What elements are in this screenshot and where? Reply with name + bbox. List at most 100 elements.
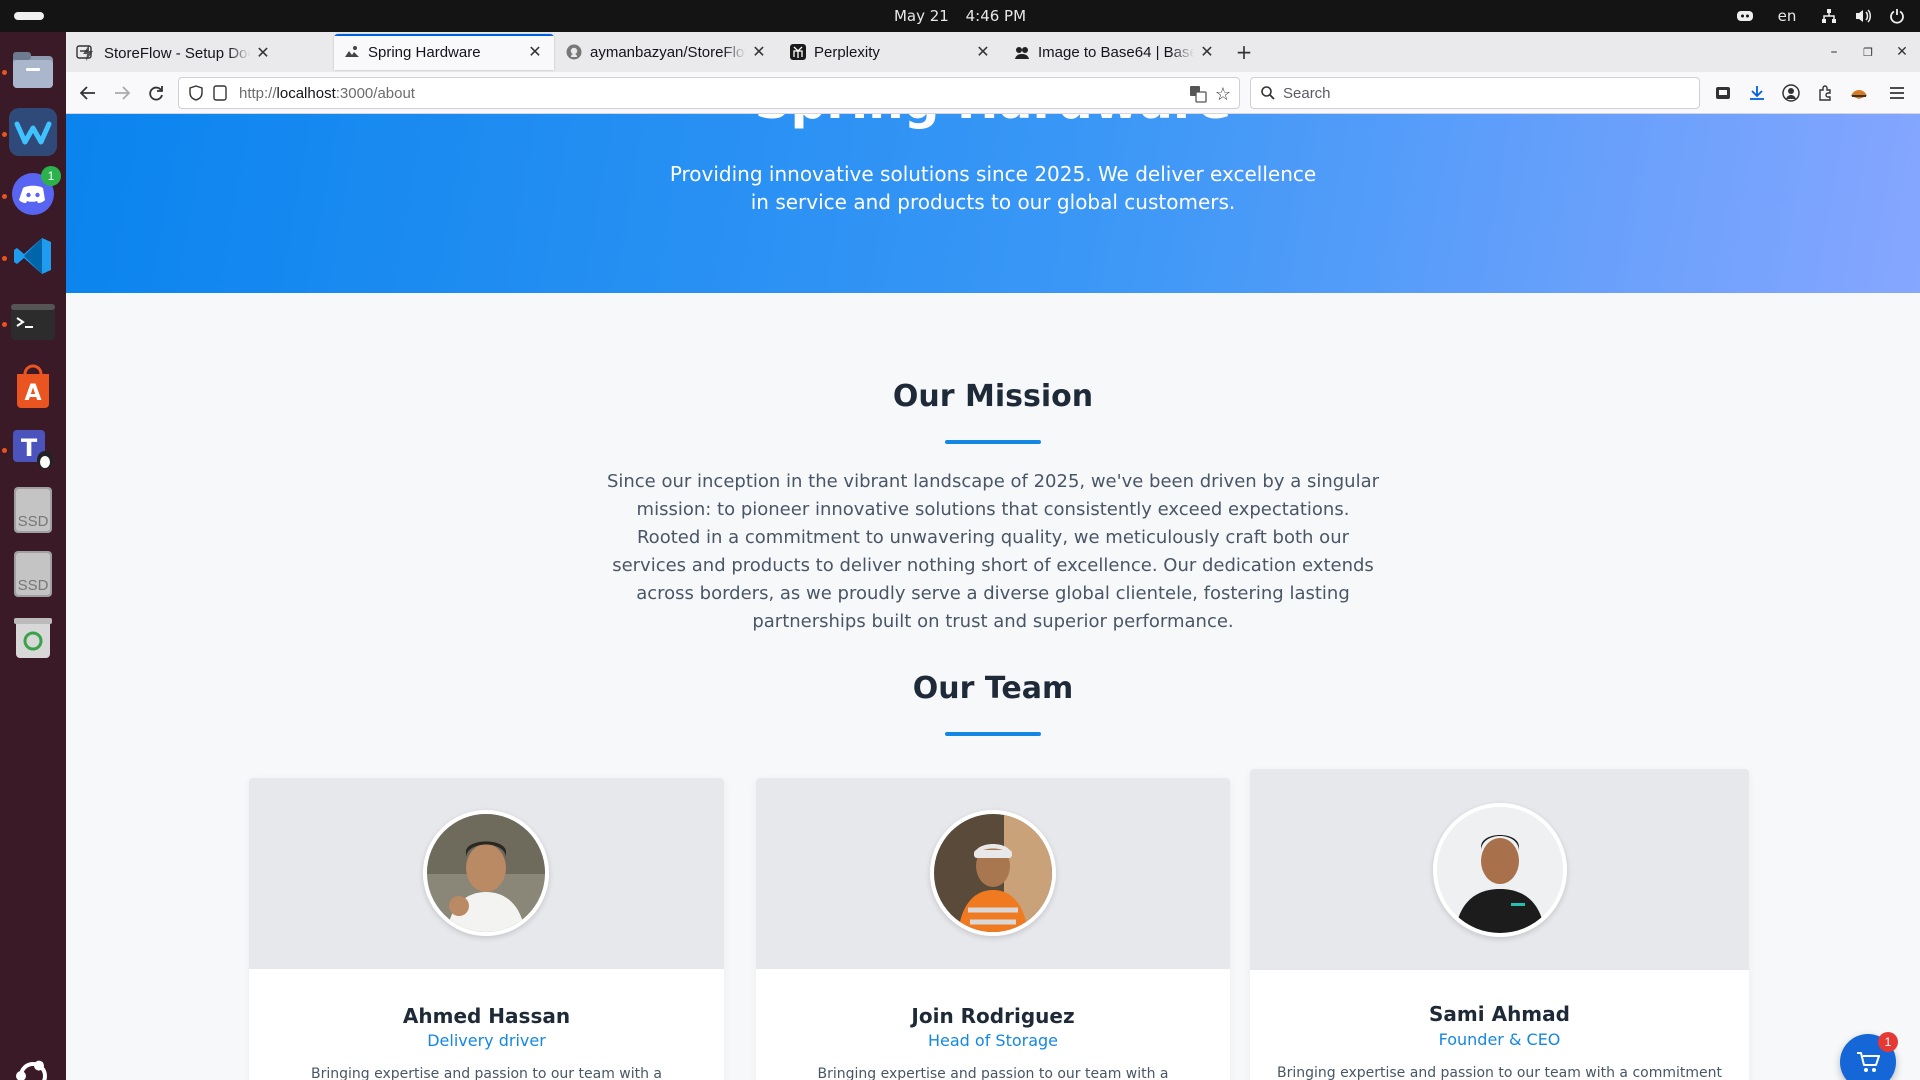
close-icon[interactable]: ✕ [526, 43, 544, 61]
wave-app-icon[interactable] [9, 108, 57, 156]
team-heading: Our Team [912, 671, 1074, 706]
member-name: Ahmed Hassan [402, 1004, 571, 1028]
github-icon [566, 44, 582, 60]
new-tab-button[interactable]: + [1234, 40, 1254, 64]
close-icon[interactable]: ✕ [750, 43, 768, 61]
avatar [930, 810, 1056, 936]
tab-perplexity[interactable]: Perplexity ✕ [780, 34, 1002, 70]
extensions-icon[interactable] [1814, 82, 1836, 104]
terminal-app-icon[interactable] [9, 298, 57, 346]
search-icon [1261, 86, 1275, 100]
ssd-label: SSD [17, 577, 49, 594]
avatar [423, 810, 549, 936]
discord-tray-icon[interactable] [1736, 7, 1754, 25]
hero-subtitle: Providing innovative solutions since 202… [669, 162, 1317, 214]
cart-button[interactable]: 1 [1840, 1032, 1898, 1080]
power-icon[interactable] [1888, 7, 1906, 25]
volume-icon[interactable] [1854, 7, 1872, 25]
tab-strip: StoreFlow - Setup Documentation ✕ Spring… [66, 32, 1920, 72]
files-app-icon[interactable] [9, 46, 57, 94]
cart-icon [1856, 1051, 1880, 1073]
member-name: Sami Ahmad [1429, 1002, 1570, 1026]
close-icon[interactable]: ✕ [1198, 43, 1216, 61]
clock[interactable]: May 21 4:46 PM [0, 0, 1920, 32]
language-indicator[interactable]: en [1770, 7, 1804, 25]
url-protocol: http:// [239, 84, 277, 102]
url-path: :3000/about [335, 84, 415, 102]
search-placeholder: Search [1283, 84, 1331, 102]
tab-title: StoreFlow - Setup Documentation [104, 44, 250, 62]
perplexity-icon [790, 44, 806, 60]
network-icon[interactable] [1820, 7, 1838, 25]
shield-icon[interactable] [189, 85, 205, 101]
tab-title: aymanbazyan/StoreFlow [590, 43, 746, 61]
tab-image-to-base64[interactable]: Image to Base64 | Base64 ✕ [1004, 34, 1226, 70]
avatar [1433, 803, 1567, 937]
menu-hamburger-icon[interactable] [1886, 82, 1908, 104]
show-apps-icon[interactable] [9, 1052, 57, 1080]
system-top-bar: May 21 4:46 PM en [0, 0, 1920, 32]
tab-overview-icon[interactable] [74, 42, 94, 62]
member-role: Head of Storage [927, 1031, 1059, 1050]
team-card: Sami Ahmad Founder & CEO Bringing expert… [1250, 769, 1749, 1080]
team-underline [945, 732, 1041, 736]
svg-text:T: T [21, 434, 38, 462]
close-window-button[interactable]: ✕ [1892, 42, 1912, 62]
reload-icon[interactable] [144, 81, 168, 105]
tab-title: Image to Base64 | Base64 [1038, 43, 1194, 61]
member-role: Delivery driver [427, 1031, 546, 1050]
extension-fox-icon[interactable] [1848, 82, 1870, 104]
trash-icon[interactable] [9, 614, 57, 662]
back-arrow-icon[interactable] [76, 81, 100, 105]
mission-underline [945, 440, 1041, 444]
member-bio: Bringing expertise and passion to our te… [1276, 1065, 1722, 1080]
ssd-drive-icon-1[interactable]: SSD [9, 486, 57, 534]
url-host: localhost [276, 84, 336, 102]
team-card: Ahmed Hassan Delivery driver Bringing ex… [249, 778, 724, 1080]
discord-unread-badge: 1 [41, 166, 61, 186]
time-label: 4:46 PM [965, 7, 1027, 25]
mission-text: Since our inception in the vibrant lands… [606, 471, 1380, 632]
app-center-icon[interactable]: A [9, 362, 57, 410]
downloads-icon[interactable] [1746, 82, 1768, 104]
teams-app-icon[interactable]: T [9, 424, 57, 472]
member-bio: Bringing expertise and passion to our te… [817, 1066, 1169, 1080]
pocket-icon[interactable] [1712, 82, 1734, 104]
member-bio: Bringing expertise and passion to our te… [310, 1066, 663, 1080]
page-viewport: Spring Hardware Providing innovative sol… [66, 114, 1920, 1080]
tab-spring-hardware[interactable]: Spring Hardware ✕ [334, 34, 554, 70]
mission-heading: Our Mission [892, 379, 1094, 414]
date-label: May 21 [893, 7, 949, 25]
system-tray[interactable]: en [1736, 0, 1906, 32]
minimize-button[interactable]: – [1824, 42, 1844, 62]
tab-github-storeflow[interactable]: aymanbazyan/StoreFlow ✕ [556, 34, 778, 70]
hero-title: Spring Hardware [66, 114, 1920, 130]
svg-text:A: A [24, 381, 41, 406]
navigation-toolbar: http://localhost:3000/about ☆ Search [66, 72, 1920, 114]
page-icon [344, 44, 360, 60]
restore-button[interactable]: ❐ [1858, 42, 1878, 62]
team-card: Join Rodriguez Head of Storage Bringing … [756, 778, 1230, 1080]
member-role: Founder & CEO [1438, 1030, 1561, 1049]
tab-title: Perplexity [814, 43, 880, 61]
member-name: Join Rodriguez [911, 1004, 1075, 1028]
url-bar[interactable]: http://localhost:3000/about ☆ [178, 77, 1240, 109]
base64-icon [1014, 44, 1030, 60]
tab-storeflow-docs[interactable]: StoreFlow - Setup Documentation ✕ [70, 35, 282, 71]
search-bar[interactable]: Search [1250, 77, 1700, 109]
cart-count-badge: 1 [1878, 1032, 1898, 1052]
ssd-drive-icon-2[interactable]: SSD [9, 550, 57, 598]
browser-window: StoreFlow - Setup Documentation ✕ Spring… [66, 32, 1920, 1080]
translate-icon[interactable] [1189, 85, 1207, 107]
close-icon[interactable]: ✕ [254, 44, 272, 62]
forward-arrow-icon[interactable] [110, 81, 134, 105]
page-info-icon[interactable] [213, 85, 229, 101]
dock: 1 A T SSD SSD [0, 32, 66, 1080]
discord-app-icon[interactable]: 1 [9, 166, 61, 218]
bookmark-star-icon[interactable]: ☆ [1215, 84, 1231, 105]
ssd-label: SSD [17, 513, 49, 530]
hero-banner: Spring Hardware Providing innovative sol… [66, 114, 1920, 293]
close-icon[interactable]: ✕ [974, 43, 992, 61]
account-icon[interactable] [1780, 82, 1802, 104]
vscode-app-icon[interactable] [9, 232, 57, 280]
